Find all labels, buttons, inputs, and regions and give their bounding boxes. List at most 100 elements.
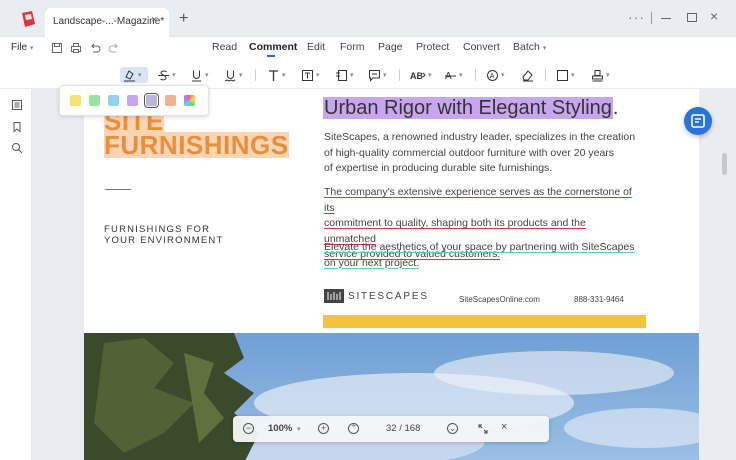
- menu-read[interactable]: Read: [212, 41, 237, 53]
- swatch-yellow[interactable]: [70, 95, 81, 106]
- file-menu[interactable]: File ▾: [11, 42, 33, 53]
- custom-color-icon[interactable]: [184, 95, 195, 106]
- zoom-out-icon[interactable]: −: [243, 423, 254, 434]
- brand-name: SITESCAPES: [348, 291, 429, 302]
- minimize-button[interactable]: [661, 18, 671, 19]
- strikethrough-tool[interactable]: ▾: [157, 67, 176, 83]
- divider: [545, 69, 546, 81]
- paragraph-line: SiteScapes, a renowned industry leader, …: [324, 131, 636, 143]
- menu-comment[interactable]: Comment: [249, 41, 297, 53]
- close-zoombar-icon[interactable]: ×: [501, 421, 507, 433]
- headline-furnishings: FURNISHINGS: [104, 130, 289, 160]
- swatch-peach[interactable]: [165, 95, 176, 106]
- underline-icon: [192, 70, 201, 81]
- menu-form[interactable]: Form: [340, 41, 365, 53]
- previous-page-icon[interactable]: ⌃: [348, 423, 359, 434]
- new-tab-button[interactable]: +: [179, 10, 188, 28]
- document-canvas: SITE FURNISHINGS FURNISHINGS FOR YOUR EN…: [32, 89, 736, 460]
- save-icon[interactable]: [51, 42, 63, 54]
- signature-icon: [592, 69, 603, 81]
- signature-tool[interactable]: ▾: [591, 67, 610, 83]
- textbox-tool[interactable]: ▾: [301, 67, 320, 83]
- eraser-tool[interactable]: [521, 67, 534, 83]
- accent-bar: [323, 315, 646, 328]
- replace-text-tool[interactable]: AB ▾: [410, 67, 432, 83]
- phone-text: 888-331-9464: [574, 295, 624, 304]
- divider: [105, 189, 131, 190]
- insert-text-tool[interactable]: A▾: [444, 67, 463, 83]
- divider: [399, 69, 400, 81]
- tagline-line-2: YOUR ENVIRONMENT: [104, 235, 224, 246]
- more-options-icon[interactable]: ···: [628, 9, 645, 25]
- page-separator: /: [399, 423, 402, 434]
- paragraph-underlined-teal: Elevate the aesthetics of your space by …: [324, 240, 636, 271]
- underline-tool[interactable]: ▾: [190, 67, 209, 83]
- divider: [475, 69, 476, 81]
- menu-protect[interactable]: Protect: [416, 41, 449, 53]
- tab-title: Landscape-...-Magazine*: [53, 16, 165, 27]
- print-icon[interactable]: [70, 42, 82, 54]
- zoom-level[interactable]: 100%: [268, 423, 292, 434]
- tagline: FURNISHINGS FOR YOUR ENVIRONMENT: [104, 224, 244, 246]
- website-text: SiteScapesOnline.com: [459, 295, 540, 304]
- bookmark-icon[interactable]: [11, 121, 23, 133]
- callout-icon: [336, 69, 347, 81]
- heading-period: .: [612, 97, 619, 119]
- paragraph-line: Elevate the aesthetics of your space by …: [324, 241, 635, 253]
- convert-fab-button[interactable]: [684, 107, 712, 135]
- highlight-tool[interactable]: ▾: [120, 67, 148, 83]
- replace-text-icon: AB: [410, 71, 426, 81]
- paragraph-line: on your next project.: [324, 256, 420, 269]
- callout-tool[interactable]: ▾: [335, 67, 354, 83]
- menu-page[interactable]: Page: [378, 41, 403, 53]
- paragraph-line: The company's extensive experience serve…: [324, 186, 632, 214]
- document-tab[interactable]: Landscape-...-Magazine* ×: [45, 8, 169, 37]
- maximize-button[interactable]: [687, 13, 697, 22]
- squiggly-underline-icon: [224, 70, 236, 82]
- swatch-green[interactable]: [89, 95, 100, 106]
- tagline-line-1: FURNISHINGS FOR: [104, 224, 211, 235]
- next-page-icon[interactable]: ⌄: [447, 423, 458, 434]
- text-icon: [269, 69, 278, 81]
- menu-edit[interactable]: Edit: [307, 41, 325, 53]
- shape-tool[interactable]: ▾: [556, 67, 575, 83]
- zoom-in-icon[interactable]: +: [318, 423, 329, 434]
- current-page[interactable]: 32: [386, 423, 397, 434]
- file-menu-label: File: [11, 42, 28, 53]
- note-tool[interactable]: ▾: [368, 67, 387, 83]
- strikethrough-icon: [158, 70, 169, 80]
- swatch-blue[interactable]: [108, 95, 119, 106]
- active-menu-indicator: [267, 55, 275, 57]
- divider: [651, 12, 652, 24]
- stamp-tool[interactable]: A ▾: [486, 67, 505, 83]
- redo-icon[interactable]: [108, 42, 120, 54]
- menu-convert[interactable]: Convert: [463, 41, 500, 53]
- page-heading: Urban Rigor with Elegant Styling.: [323, 97, 618, 120]
- zoom-dropdown-icon[interactable]: ▾: [297, 425, 301, 433]
- fullscreen-icon[interactable]: [478, 424, 488, 434]
- svg-text:A: A: [490, 73, 495, 80]
- search-icon[interactable]: [11, 142, 23, 154]
- menu-batch-label: Batch: [513, 41, 540, 53]
- highlight-icon: [124, 69, 135, 81]
- squiggly-tool[interactable]: ▾: [224, 67, 243, 83]
- menu-bar: File ▾ Read Comment Edit Form Page Prote…: [0, 37, 736, 61]
- swatch-lavender-selected[interactable]: [144, 93, 159, 108]
- eraser-icon: [522, 69, 533, 81]
- text-tool[interactable]: ▾: [267, 67, 286, 83]
- tab-close-icon[interactable]: ×: [151, 14, 157, 26]
- vertical-scrollbar[interactable]: [722, 153, 727, 175]
- undo-icon[interactable]: [89, 42, 101, 54]
- document-page: SITE FURNISHINGS FURNISHINGS FOR YOUR EN…: [84, 89, 699, 333]
- zoom-bar: − 100% ▾ + ⌃ 32 / 168 ⌄ ×: [233, 416, 549, 442]
- menu-batch[interactable]: Batch ▾: [513, 41, 546, 53]
- swatch-purple[interactable]: [127, 95, 138, 106]
- page-indicator: 32 / 168: [386, 423, 420, 434]
- textbox-icon: [302, 69, 313, 81]
- svg-text:AB: AB: [410, 71, 423, 81]
- stamp-icon: A: [487, 69, 498, 81]
- thumbnails-icon[interactable]: [11, 99, 23, 111]
- close-window-button[interactable]: ×: [710, 8, 718, 24]
- heading-highlighted-text: Urban Rigor with Elegant Styling: [323, 97, 613, 119]
- shape-icon: [557, 69, 568, 81]
